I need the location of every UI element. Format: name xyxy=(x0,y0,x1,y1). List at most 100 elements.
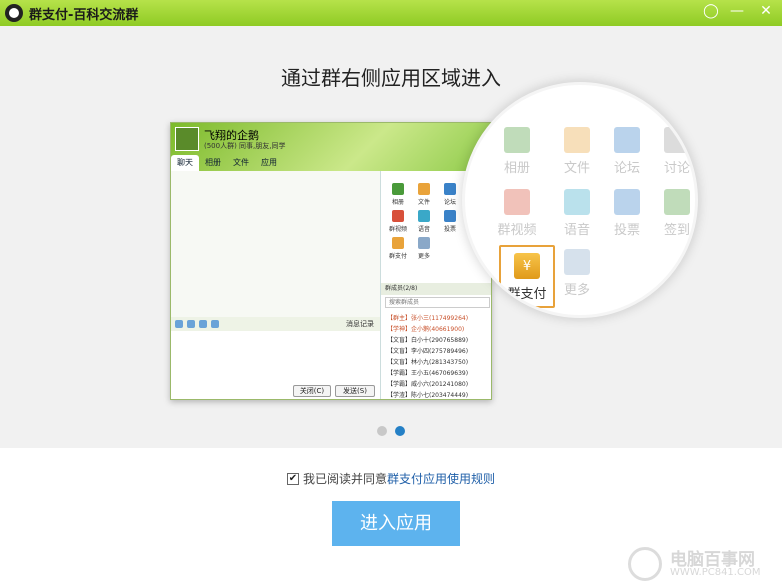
group-avatar xyxy=(175,127,199,151)
mini-app-label: 群视频 xyxy=(388,226,407,233)
agree-checkbox[interactable]: ✔ xyxy=(286,472,299,485)
tab-album: 相册 xyxy=(205,158,221,167)
app-icon xyxy=(564,249,590,275)
mini-app-icon xyxy=(418,210,430,222)
magnified-app-item: 签到 xyxy=(653,189,695,238)
watermark-icon xyxy=(628,547,662,581)
member-item: 【文盲】白小十(290765889) xyxy=(387,337,469,344)
member-item: 【学神】企小鹅(40661900) xyxy=(387,326,465,333)
mini-app-item: 群视频 xyxy=(385,210,411,233)
magnified-app-item: 文件 xyxy=(553,127,601,176)
mini-app-label: 文件 xyxy=(417,199,430,206)
mini-input-area xyxy=(171,331,380,383)
mini-app-icon xyxy=(392,183,404,195)
screenshot-icon xyxy=(211,320,219,328)
mini-app-icon xyxy=(444,183,456,195)
mini-send-button: 发送(S) xyxy=(335,385,375,397)
mini-app-icon xyxy=(418,183,430,195)
magnified-app-item: 群视频 xyxy=(493,189,541,238)
app-icon xyxy=(664,127,690,153)
app-icon xyxy=(564,127,590,153)
mini-app-item: 相册 xyxy=(385,183,411,206)
magnified-app-label: 论坛 xyxy=(613,161,640,176)
mini-app-icon xyxy=(392,237,404,249)
mini-app-item: 论坛 xyxy=(437,183,463,206)
title-bar: 群支付-百科交流群 ◯ — ✕ xyxy=(0,0,782,26)
mini-app-label: 相册 xyxy=(391,199,404,206)
mini-app-icon xyxy=(392,210,404,222)
members-header: 群成员(2/8) xyxy=(381,283,491,295)
mini-app-label: 论坛 xyxy=(443,199,456,206)
carousel-headline: 通过群右侧应用区域进入 xyxy=(281,66,501,90)
mini-app-item: 更多 xyxy=(411,237,437,260)
magnified-app-label: 讨论 xyxy=(663,161,690,176)
group-pay-app: ¥ 群支付 xyxy=(499,245,555,308)
tab-chat: 聊天 xyxy=(171,155,199,171)
app-icon xyxy=(614,127,640,153)
minimize-button[interactable]: — xyxy=(724,0,750,22)
intro-carousel: 通过群右侧应用区域进入 飞翔的企鹅 (500人群) 同事,朋友,同学 聊天 相册… xyxy=(0,26,782,448)
member-item: 【学霸】王小五(467069639) xyxy=(387,370,469,377)
member-item: 【文盲】李小四(275789496) xyxy=(387,348,469,355)
yuan-coin-icon: ¥ xyxy=(514,253,540,279)
pager-dot[interactable] xyxy=(395,426,405,436)
magnified-app-label: 相册 xyxy=(503,161,530,176)
mini-tabs: 聊天 相册 文件 应用 xyxy=(171,155,283,171)
magnified-app-label: 群视频 xyxy=(497,223,537,238)
magnified-app-item: 投票 xyxy=(603,189,651,238)
magnified-app-label: 语音 xyxy=(563,223,590,238)
magnified-app-label: 签到 xyxy=(663,223,690,238)
feedback-icon[interactable]: ◯ xyxy=(698,0,724,22)
image-icon xyxy=(199,320,207,328)
member-item: 【学渣】陈小七(203474449) xyxy=(387,392,469,399)
watermark-url: WWW.PC841.COM xyxy=(670,567,761,578)
watermark-logo: 电脑百事网 WWW.PC841.COM xyxy=(628,545,778,583)
magnified-app-item: 讨论 xyxy=(653,127,695,176)
mini-app-label: 投票 xyxy=(443,226,456,233)
magnified-app-label: 更多 xyxy=(563,283,590,298)
magnified-app-label: 文件 xyxy=(563,161,590,176)
mini-close-button: 关闭(C) xyxy=(293,385,331,397)
close-button[interactable]: ✕ xyxy=(750,0,782,22)
member-item: 【群主】张小三(117499264) xyxy=(387,315,469,322)
app-icon xyxy=(504,127,530,153)
magnified-app-item: 相册 xyxy=(493,127,541,176)
enter-app-button[interactable]: 进入应用 xyxy=(332,501,460,546)
mini-app-label: 更多 xyxy=(417,253,430,260)
mini-app-item: 文件 xyxy=(411,183,437,206)
mini-app-item: 投票 xyxy=(437,210,463,233)
app-magnifier: 相册 文件 论坛 讨论群视频 语音 投票 签到 ¥ 群支付 更多 xyxy=(462,82,698,318)
member-item: 【文盲】林小九(281343750) xyxy=(387,359,469,366)
mini-app-label: 语音 xyxy=(417,226,430,233)
mini-app-item: 群支付 xyxy=(385,237,411,260)
magnified-app-item: 论坛 xyxy=(603,127,651,176)
app-icon xyxy=(664,189,690,215)
magnified-app-label: 群支付 xyxy=(507,287,547,302)
mini-toolbar: 消息记录 xyxy=(171,317,380,331)
group-subtitle: (500人群) 同事,朋友,同学 xyxy=(204,142,286,150)
tab-files: 文件 xyxy=(233,158,249,167)
pager-dot[interactable] xyxy=(377,426,387,436)
mini-app-item: 语音 xyxy=(411,210,437,233)
mini-app-grid: 相册 文件 论坛群视频 语音 投票群支付 更多 xyxy=(385,183,463,260)
mini-app-icon xyxy=(418,237,430,249)
qq-penguin-icon xyxy=(5,4,23,22)
emoji-icon xyxy=(187,320,195,328)
app-icon xyxy=(564,189,590,215)
tab-apps: 应用 xyxy=(261,158,277,167)
mini-app-icon xyxy=(444,210,456,222)
member-item: 【学霸】威小六(201241080) xyxy=(387,381,469,388)
member-search: 搜索群成员 xyxy=(385,297,490,308)
agreement-row: ✔ 我已阅读并同意 群支付应用使用规则 xyxy=(0,470,782,487)
app-icon xyxy=(504,189,530,215)
magnified-app-item: 更多 xyxy=(553,249,601,298)
rules-link[interactable]: 群支付应用使用规则 xyxy=(387,470,495,487)
window-controls: ◯ — ✕ xyxy=(698,0,782,22)
app-icon xyxy=(614,189,640,215)
mini-app-label: 群支付 xyxy=(388,253,407,260)
mini-chat-area xyxy=(171,171,380,317)
qq-group-window-illustration: 飞翔的企鹅 (500人群) 同事,朋友,同学 聊天 相册 文件 应用 消息记录 … xyxy=(170,122,492,400)
magnified-app-label: 投票 xyxy=(613,223,640,238)
magnified-app-item: 语音 xyxy=(553,189,601,238)
font-icon xyxy=(175,320,183,328)
